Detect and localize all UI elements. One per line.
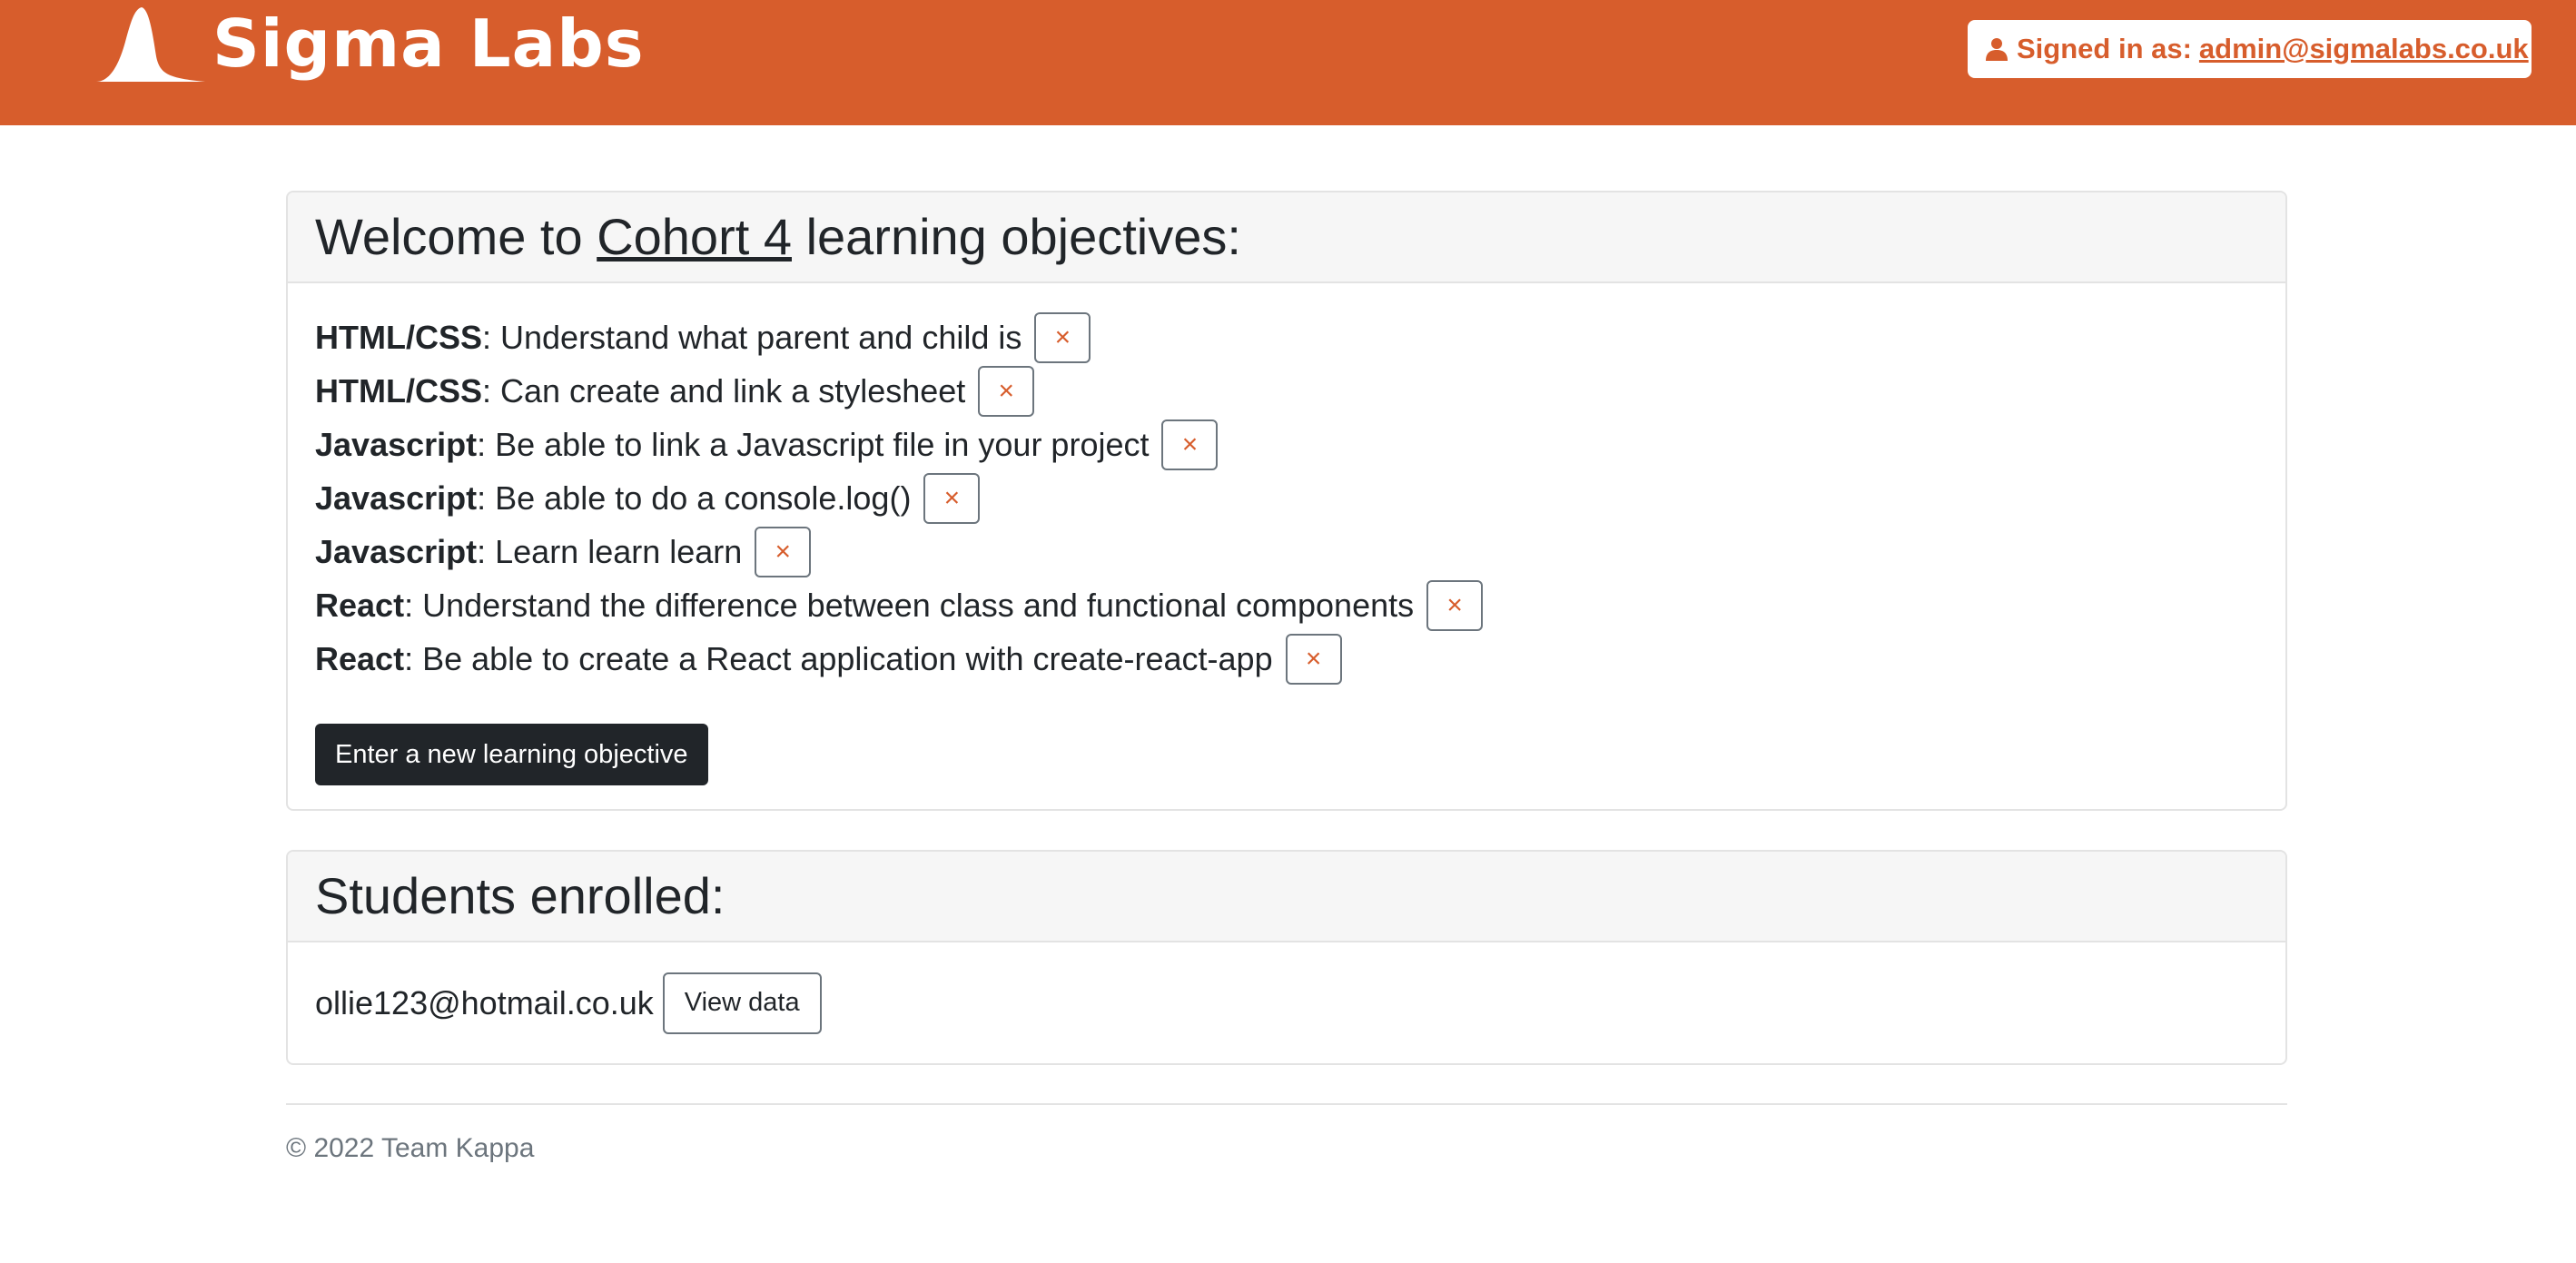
students-title: Students enrolled: [315,867,725,924]
student-email: ollie123@hotmail.co.uk [315,983,654,1021]
objective-item: HTML/CSS: Can create and link a styleshe… [315,364,2285,418]
objective-topic: React [315,639,405,677]
objective-item: Javascript: Be able to link a Javascript… [315,418,2285,471]
new-objective-button[interactable]: Enter a new learning objective [315,724,708,785]
objective-topic: Javascript [315,425,478,463]
objective-text: : Be able to do a console.log() [477,479,912,517]
students-card-header: Students enrolled: [288,852,2285,942]
objectives-card: Welcome to Cohort 4 learning objectives:… [286,191,2287,811]
footer-copyright: © 2022 Team Kappa [286,1133,535,1163]
objective-topic: React [315,586,405,624]
remove-objective-button[interactable]: × [923,472,981,524]
cohort-link[interactable]: Cohort 4 [597,208,792,265]
person-icon [1986,37,2008,61]
objective-topic: Javascript [315,532,478,570]
signed-in-label: Signed in as: [2017,33,2192,64]
objective-item: HTML/CSS: Understand what parent and chi… [315,311,2285,364]
brand-name: Sigma Labs [212,5,645,82]
top-navbar: Sigma Labs Signed in as: admin@sigmalabs… [0,0,2576,125]
objective-text: : Be able to create a React application … [404,639,1273,677]
students-card: Students enrolled: ollie123@hotmail.co.u… [286,850,2287,1065]
view-data-button[interactable]: View data [662,972,822,1034]
remove-objective-button[interactable]: × [1285,633,1342,685]
objective-text: : Can create and link a stylesheet [482,371,966,409]
objective-topic: HTML/CSS [315,371,482,409]
remove-objective-button[interactable]: × [1034,311,1091,363]
remove-objective-button[interactable]: × [1426,579,1484,631]
brand-link[interactable]: Sigma Labs [96,5,645,82]
objective-item: React: Understand the difference between… [315,578,2285,632]
remove-objective-button[interactable]: × [755,526,812,577]
objective-text: : Be able to link a Javascript file in y… [477,425,1150,463]
objective-item: Javascript: Be able to do a console.log(… [315,471,2285,525]
title-suffix: learning objectives: [805,208,1241,265]
objectives-card-header: Welcome to Cohort 4 learning objectives: [288,192,2285,283]
objective-item: Javascript: Learn learn learn × [315,525,2285,578]
student-row: ollie123@hotmail.co.uk View data [288,942,2285,1063]
title-prefix: Welcome to [315,208,583,265]
caret-down-icon [2537,44,2554,54]
objective-text: : Understand what parent and child is [482,318,1022,356]
objective-topic: HTML/CSS [315,318,482,356]
user-email-link[interactable]: admin@sigmalabs.co.uk [2199,33,2529,65]
footer-divider [286,1103,2287,1105]
objective-text: : Learn learn learn [477,532,743,570]
objective-topic: Javascript [315,479,478,517]
user-menu-dropdown[interactable]: Signed in as: admin@sigmalabs.co.uk [1968,20,2554,78]
objective-item: React: Be able to create a React applica… [315,632,2285,686]
sigma-labs-logo-icon [96,5,205,82]
remove-objective-button[interactable]: × [978,365,1035,417]
objectives-title: Welcome to Cohort 4 learning objectives: [315,212,1241,262]
remove-objective-button[interactable]: × [1161,419,1219,470]
objectives-list: HTML/CSS: Understand what parent and chi… [288,283,2285,785]
objective-text: : Understand the difference between clas… [404,586,1415,624]
